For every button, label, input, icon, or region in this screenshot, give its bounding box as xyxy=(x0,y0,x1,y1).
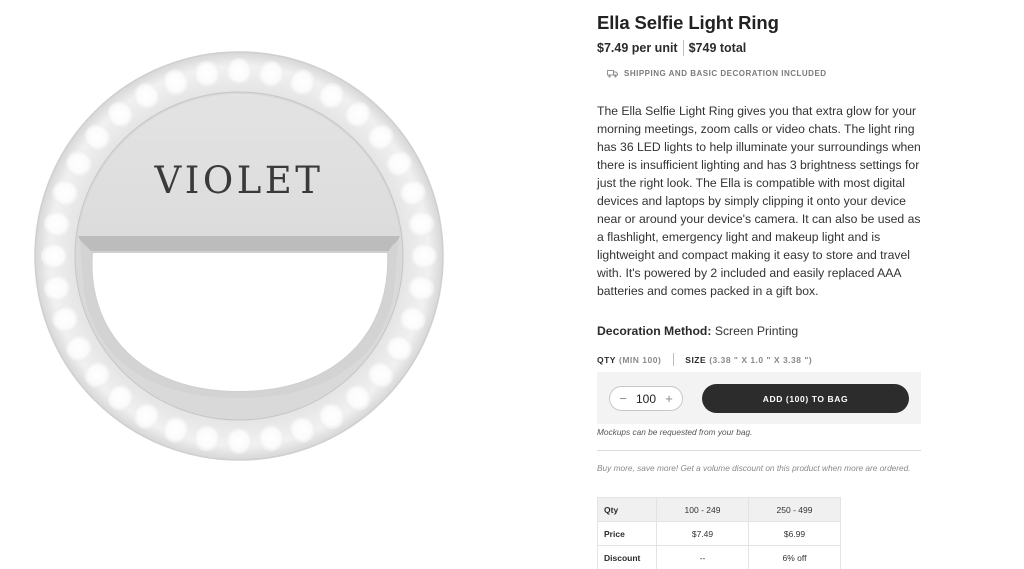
led-bulb xyxy=(258,60,285,87)
led-bulb xyxy=(318,403,345,430)
mockup-note: Mockups can be requested from your bag. xyxy=(597,427,753,437)
led-bulb xyxy=(226,428,252,454)
price-divider xyxy=(682,40,684,56)
led-bulb xyxy=(65,335,92,362)
led-bulb xyxy=(52,306,79,333)
led-bulb xyxy=(133,82,160,109)
volume-pricing-table: Qty 100 - 249 250 - 499 Price $7.49 $6.9… xyxy=(597,497,841,569)
shipping-note: SHIPPING AND BASIC DECORATION INCLUDED xyxy=(607,69,827,78)
product-description: The Ella Selfie Light Ring gives you tha… xyxy=(597,104,921,298)
table-cell: $7.49 xyxy=(656,521,749,546)
led-bulb xyxy=(386,150,413,177)
shipping-note-text: SHIPPING AND BASIC DECORATION INCLUDED xyxy=(624,69,827,78)
table-row: Qty 100 - 249 250 - 499 xyxy=(597,497,841,522)
led-bulb xyxy=(258,425,285,452)
table-cell: 6% off xyxy=(748,545,841,569)
price-per-unit: $7.49 per unit xyxy=(597,41,678,55)
led-bulb xyxy=(43,275,70,302)
led-bulb xyxy=(162,69,189,96)
led-bulb xyxy=(318,82,345,109)
led-bulb xyxy=(52,179,79,206)
product-image: VIOLET xyxy=(0,0,480,569)
led-bulb xyxy=(133,403,160,430)
led-bulb xyxy=(43,210,70,237)
decoration-value: Screen Printing xyxy=(714,324,799,338)
price-total: $749 total xyxy=(688,41,747,55)
price-row: $7.49 per unit $749 total xyxy=(597,40,746,56)
table-cell: 100 - 249 xyxy=(656,497,749,522)
led-bulb xyxy=(84,124,111,151)
row-label: Price xyxy=(597,521,657,546)
led-bulb xyxy=(367,361,394,388)
qty-min-hint: (MIN 100) xyxy=(618,354,662,365)
size-label: SIZE xyxy=(685,354,707,365)
table-row: Discount -- 6% off xyxy=(597,545,841,569)
selfie-ring-illustration: VIOLET xyxy=(34,51,444,461)
led-bulb xyxy=(408,210,435,237)
led-bulb xyxy=(399,179,426,206)
section-divider xyxy=(597,450,921,451)
minus-icon[interactable]: − xyxy=(617,392,629,405)
led-bulb xyxy=(386,335,413,362)
led-bulb xyxy=(193,60,220,87)
page-title: Ella Selfie Light Ring xyxy=(597,12,779,33)
led-bulb xyxy=(41,243,67,269)
size-value: (3.38 " X 1.0 " X 3.38 ") xyxy=(709,354,813,365)
led-bulb xyxy=(344,384,371,411)
led-bulb xyxy=(344,101,371,128)
table-cell: $6.99 xyxy=(748,521,841,546)
led-bulb xyxy=(84,361,111,388)
brand-imprint: VIOLET xyxy=(154,159,324,202)
truck-icon xyxy=(607,69,618,78)
led-bulb xyxy=(107,384,134,411)
table-cell: 250 - 499 xyxy=(748,497,841,522)
led-bulb xyxy=(367,124,394,151)
quantity-input[interactable]: 100 xyxy=(636,392,656,406)
led-bulb xyxy=(226,58,252,84)
led-bulb xyxy=(289,69,316,96)
table-cell: -- xyxy=(656,545,749,569)
option-summary: QTY (MIN 100) SIZE (3.38 " X 1.0 " X 3.3… xyxy=(597,353,812,366)
led-bulb xyxy=(399,306,426,333)
option-divider xyxy=(673,353,675,366)
led-bulb xyxy=(107,101,134,128)
led-bulb xyxy=(408,275,435,302)
add-to-bag-button[interactable]: ADD (100) TO BAG xyxy=(702,384,909,413)
led-bulb xyxy=(193,425,220,452)
row-label: Discount xyxy=(597,545,657,569)
volume-discount-note: Buy more, save more! Get a volume discou… xyxy=(597,463,911,473)
quantity-stepper: − 100 + xyxy=(609,386,683,411)
led-bulb xyxy=(289,416,316,443)
led-bulb xyxy=(65,150,92,177)
decoration-method: Decoration Method: Screen Printing xyxy=(597,324,798,338)
led-bulb xyxy=(162,416,189,443)
led-bulb xyxy=(411,243,437,269)
row-label: Qty xyxy=(597,497,657,522)
plus-icon[interactable]: + xyxy=(663,392,675,405)
table-row: Price $7.49 $6.99 xyxy=(597,521,841,546)
add-to-bag-panel: − 100 + ADD (100) TO BAG xyxy=(597,372,921,424)
decoration-label: Decoration Method: xyxy=(597,324,712,338)
qty-label: QTY xyxy=(597,354,616,365)
